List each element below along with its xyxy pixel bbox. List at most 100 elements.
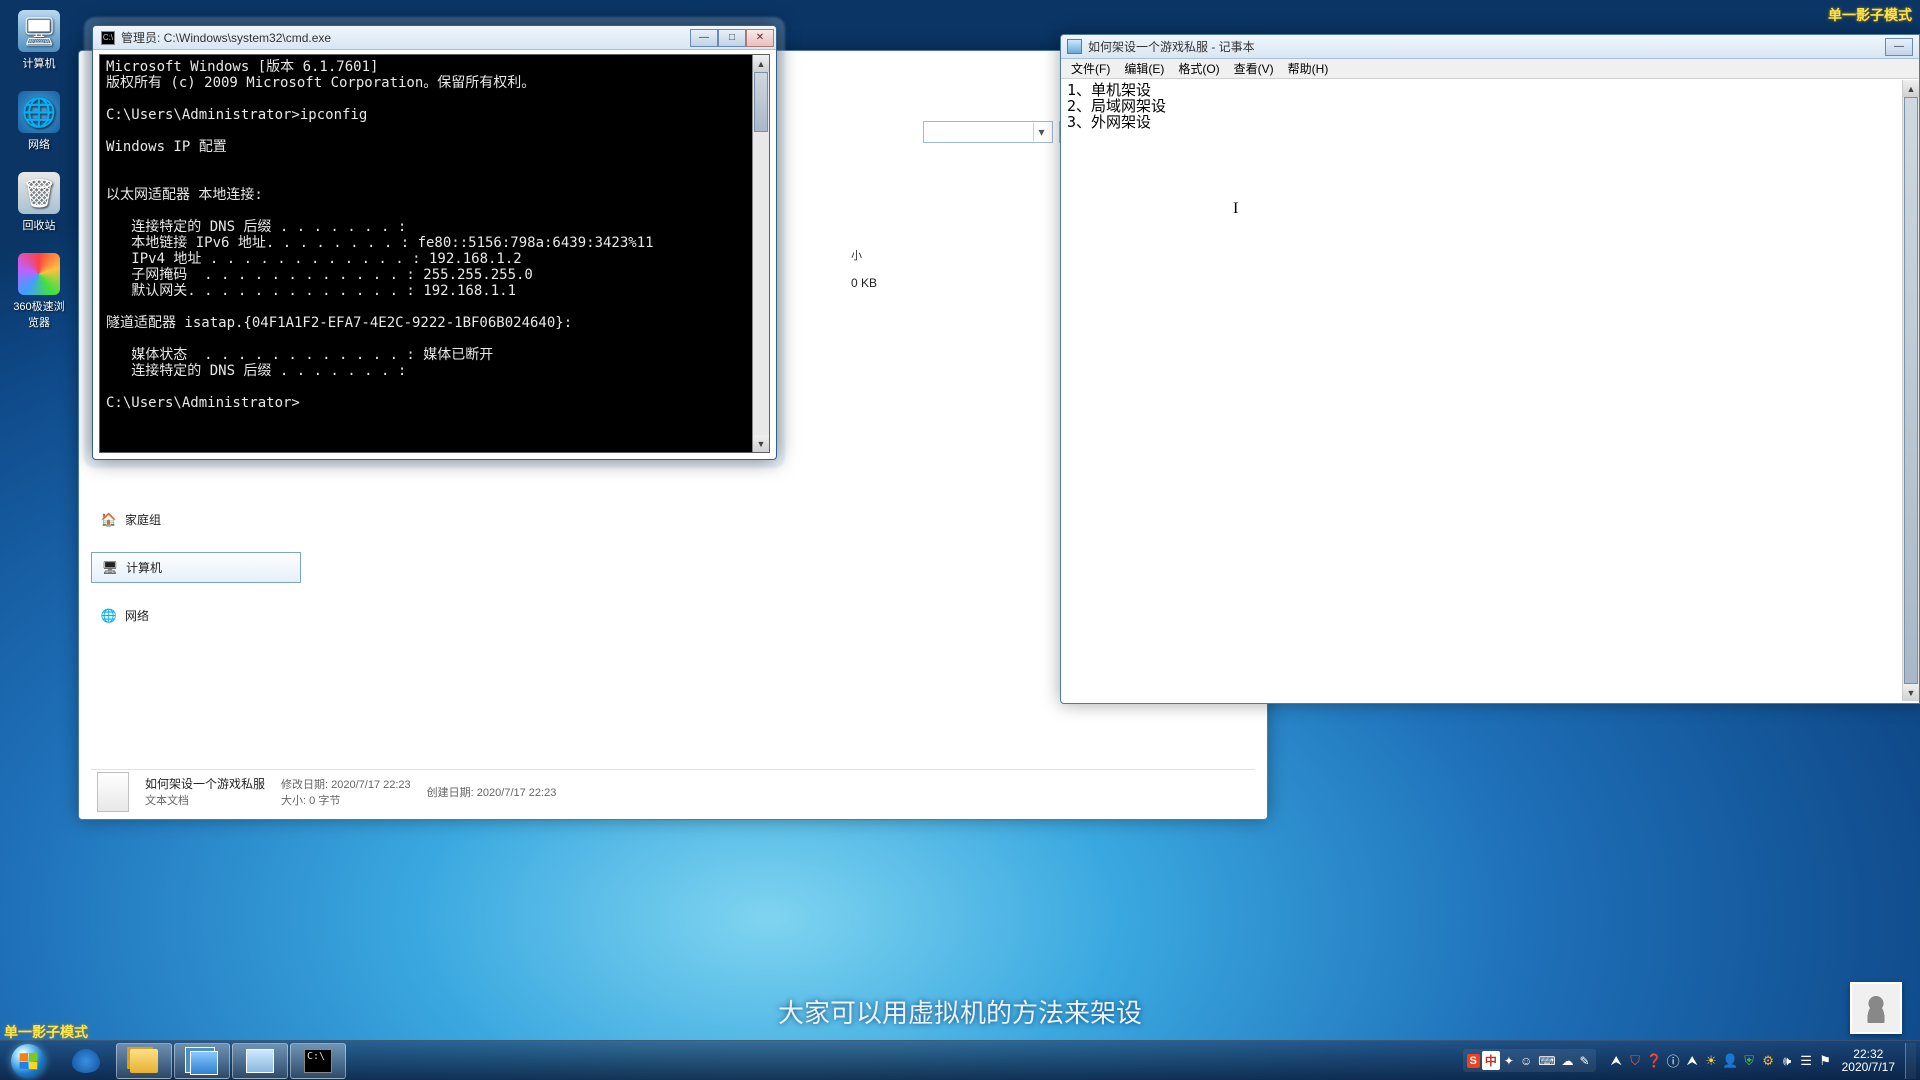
minimize-button[interactable]: — xyxy=(690,29,718,47)
tray-icon[interactable]: 👤 xyxy=(1722,1052,1739,1069)
file-row-size: 0 KB xyxy=(851,276,877,290)
cmd-title-bar[interactable]: C:\ 管理员: C:\Windows\system32\cmd.exe — □… xyxy=(93,26,776,50)
show-desktop-button[interactable] xyxy=(1905,1043,1916,1079)
menu-help[interactable]: 帮助(H) xyxy=(1282,58,1335,79)
cmd-window[interactable]: C:\ 管理员: C:\Windows\system32\cmd.exe — □… xyxy=(92,25,777,460)
menu-file[interactable]: 文件(F) xyxy=(1065,58,1116,79)
cmd-icon: C:\ xyxy=(304,1049,332,1073)
address-dropdown-icon[interactable]: ▾ xyxy=(1033,123,1049,141)
taskbar-shield[interactable] xyxy=(58,1043,114,1079)
maximize-button[interactable]: □ xyxy=(718,29,746,47)
volume-icon[interactable]: 🕪 xyxy=(1779,1052,1796,1069)
scrollbar[interactable]: ▲ ▼ xyxy=(1902,80,1919,701)
file-list-headers: 小 xyxy=(851,247,862,263)
taskbar-explorer[interactable] xyxy=(116,1043,172,1079)
desktop-icon-network[interactable]: 🌐 网络 xyxy=(8,91,70,152)
ime-toolbar[interactable]: S 中 ✦ ☺ ⌨ ☁ ✎ xyxy=(1463,1049,1596,1072)
avatar[interactable] xyxy=(1850,982,1902,1034)
ime-brand-icon[interactable]: S xyxy=(1467,1054,1480,1068)
notepad-menu-bar: 文件(F) 编辑(E) 格式(O) 查看(V) 帮助(H) xyxy=(1061,59,1919,79)
windows-logo-icon xyxy=(11,1044,45,1078)
tray-icon[interactable]: ☀ xyxy=(1703,1052,1720,1069)
taskbar-cmd[interactable]: C:\ xyxy=(290,1043,346,1079)
taskbar-windows[interactable] xyxy=(174,1043,230,1079)
tray-icon[interactable]: ❓ xyxy=(1646,1052,1663,1069)
notepad-window-title: 如何架设一个游戏私服 - 记事本 xyxy=(1088,38,1885,55)
scroll-thumb[interactable] xyxy=(1904,97,1918,684)
desktop-icon-recycle[interactable]: 🗑 回收站 xyxy=(8,172,70,233)
column-header-size[interactable]: 小 xyxy=(851,247,862,263)
address-bar[interactable]: ▾ xyxy=(923,121,1053,143)
scroll-down-icon[interactable]: ▼ xyxy=(1903,684,1919,701)
tray-icon[interactable]: ⛉ xyxy=(1627,1052,1644,1069)
sidebar-item-label: 家庭组 xyxy=(125,511,161,528)
ime-item[interactable]: ☁ xyxy=(1560,1054,1576,1068)
clock-time: 22:32 xyxy=(1842,1048,1895,1061)
scroll-up-icon[interactable]: ▲ xyxy=(753,55,769,72)
menu-view[interactable]: 查看(V) xyxy=(1228,58,1280,79)
taskbar-clock[interactable]: 22:32 2020/7/17 xyxy=(1836,1048,1901,1074)
desktop-icon-360browser[interactable]: 360极速浏览器 xyxy=(8,253,70,330)
taskbar-notepad[interactable] xyxy=(232,1043,288,1079)
notepad-content[interactable]: 1、单机架设 2、局域网架设 3、外网架设 xyxy=(1063,80,1902,701)
clock-date: 2020/7/17 xyxy=(1842,1061,1895,1074)
menu-format[interactable]: 格式(O) xyxy=(1172,58,1225,79)
scroll-thumb[interactable] xyxy=(754,72,768,132)
user-icon xyxy=(1861,993,1891,1023)
tray-show-hidden-icon[interactable]: ⮝ xyxy=(1684,1052,1701,1069)
ime-item[interactable]: ✎ xyxy=(1578,1054,1592,1068)
cmd-body[interactable]: Microsoft Windows [版本 6.1.7601] 版权所有 (c)… xyxy=(99,54,770,453)
browser-360-icon xyxy=(18,253,60,295)
details-pane: 如何架设一个游戏私服 文本文档 修改日期: 2020/7/17 22:23 大小… xyxy=(91,769,1255,813)
windows-stack-icon xyxy=(190,1051,218,1075)
cmd-icon: C:\ xyxy=(101,31,115,45)
tray-icon[interactable]: ⮝ xyxy=(1608,1052,1625,1069)
menu-edit[interactable]: 编辑(E) xyxy=(1118,58,1170,79)
notepad-title-bar[interactable]: 如何架设一个游戏私服 - 记事本 — xyxy=(1061,35,1919,59)
scrollbar[interactable]: ▲ ▼ xyxy=(752,55,769,452)
network-tray-icon[interactable]: ☰ xyxy=(1798,1052,1815,1069)
tray-icon[interactable]: ⓘ xyxy=(1665,1052,1682,1069)
ime-item[interactable]: ✦ xyxy=(1502,1054,1516,1068)
folder-icon xyxy=(130,1049,158,1073)
shadow-mode-indicator: 单一影子模式 xyxy=(4,1022,88,1042)
action-center-icon[interactable]: ⚑ xyxy=(1817,1052,1834,1069)
ime-item[interactable]: ☺ xyxy=(1518,1054,1534,1068)
ime-item[interactable]: ⌨ xyxy=(1536,1054,1557,1068)
sidebar-item-network[interactable]: 🌐 网络 xyxy=(91,601,301,630)
explorer-sidebar: 🏠 家庭组 🖥 计算机 🌐 网络 xyxy=(91,505,301,779)
video-caption: 大家可以用虚拟机的方法来架设 xyxy=(778,993,1142,1030)
notepad-icon xyxy=(1067,39,1082,54)
taskbar: C:\ S 中 ✦ ☺ ⌨ ☁ ✎ ⮝ ⛉ ❓ ⓘ ⮝ ☀ 👤 ⛨ ⚙ 🕪 ☰ … xyxy=(0,1040,1920,1080)
desktop-icon-label: 回收站 xyxy=(8,217,70,233)
cmd-output[interactable]: Microsoft Windows [版本 6.1.7601] 版权所有 (c)… xyxy=(100,55,752,452)
cmd-window-title: 管理员: C:\Windows\system32\cmd.exe xyxy=(121,29,690,46)
tray-icon[interactable]: ⚙ xyxy=(1760,1052,1777,1069)
details-filetype: 文本文档 xyxy=(145,795,189,807)
text-cursor-icon: I xyxy=(1233,200,1234,216)
text-document-icon xyxy=(97,772,129,812)
start-button[interactable] xyxy=(2,1043,54,1079)
network-icon: 🌐 xyxy=(18,91,60,133)
notepad-icon xyxy=(246,1049,274,1073)
scroll-down-icon[interactable]: ▼ xyxy=(753,435,769,452)
homegroup-icon: 🏠 xyxy=(101,512,117,528)
shield-icon xyxy=(72,1049,100,1073)
scroll-up-icon[interactable]: ▲ xyxy=(1903,80,1919,97)
tray-icon[interactable]: ⛨ xyxy=(1741,1052,1758,1069)
desktop-icon-label: 网络 xyxy=(8,136,70,152)
system-tray: S 中 ✦ ☺ ⌨ ☁ ✎ ⮝ ⛉ ❓ ⓘ ⮝ ☀ 👤 ⛨ ⚙ 🕪 ☰ ⚑ 22… xyxy=(1463,1043,1918,1079)
close-button[interactable]: ✕ xyxy=(746,29,774,47)
ime-lang[interactable]: 中 xyxy=(1482,1051,1500,1070)
sidebar-item-label: 计算机 xyxy=(126,559,162,576)
desktop-icon-computer[interactable]: 🖥 计算机 xyxy=(8,10,70,71)
notepad-window[interactable]: 如何架设一个游戏私服 - 记事本 — 文件(F) 编辑(E) 格式(O) 查看(… xyxy=(1060,34,1920,704)
recycle-icon: 🗑 xyxy=(18,172,60,214)
minimize-button[interactable]: — xyxy=(1885,38,1913,56)
network-icon: 🌐 xyxy=(101,608,117,624)
sidebar-item-label: 网络 xyxy=(125,607,149,624)
sidebar-item-computer[interactable]: 🖥 计算机 xyxy=(91,552,301,583)
notepad-text-area[interactable]: 1、单机架设 2、局域网架设 3、外网架设 I ▲ ▼ xyxy=(1063,80,1919,701)
sidebar-item-homegroup[interactable]: 🏠 家庭组 xyxy=(91,505,301,534)
shadow-mode-indicator: 单一影子模式 xyxy=(1828,5,1912,25)
